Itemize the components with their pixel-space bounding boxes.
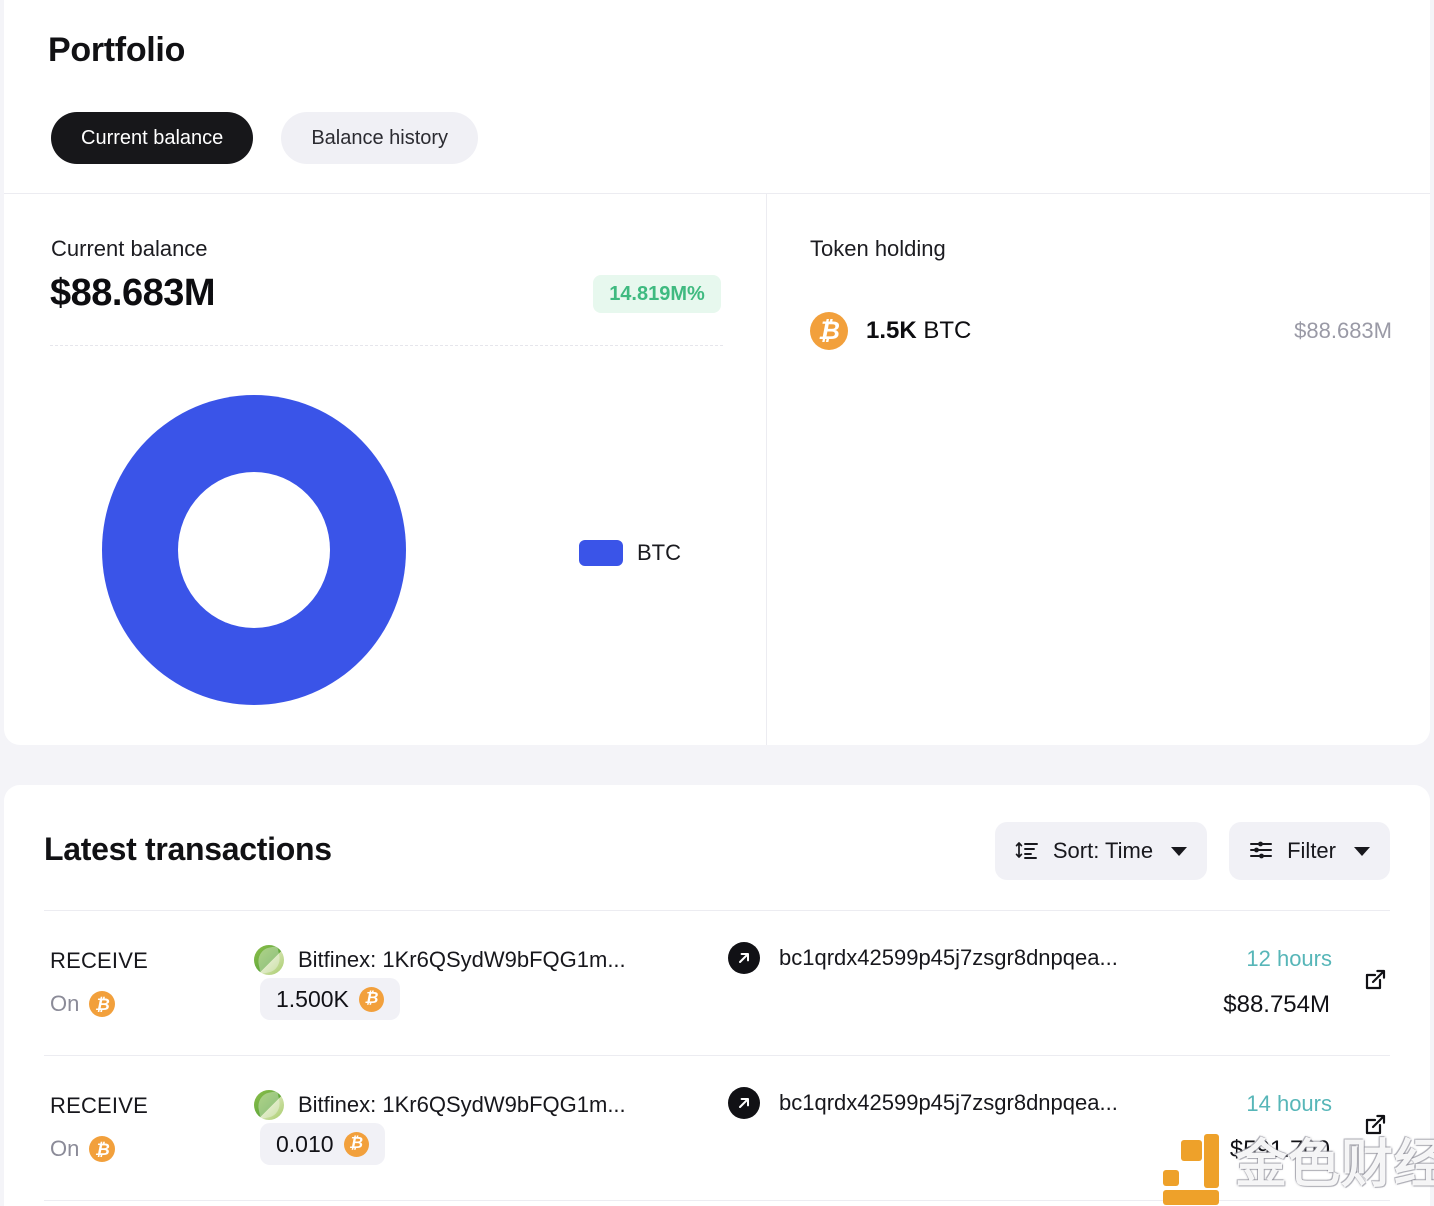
token-holding-qty: 1.5K [866,317,917,344]
btc-coin-icon: ₿ [358,986,384,1012]
filter-button[interactable]: Filter [1229,822,1390,880]
transaction-chain: On ₿ [50,991,116,1017]
chevron-down-icon [1354,846,1370,856]
portfolio-page: Portfolio Current balance Balance histor… [0,0,1434,1206]
latest-transactions-title: Latest transactions [44,831,332,867]
legend-swatch-btc [579,540,623,566]
transaction-from[interactable]: Bitfinex: 1Kr6QSydW9bFQG1m... [254,1090,626,1120]
token-holding-symbol: BTC [923,317,972,344]
header-divider [4,193,1430,194]
portfolio-card: Portfolio Current balance Balance histor… [4,0,1430,745]
table-row[interactable]: RECEIVE On ₿ Bitfinex: 1Kr6QSydW9bFQG1m.… [44,911,1390,1056]
page-title: Portfolio [48,31,186,69]
transactions-controls: Sort: Time Filter [994,822,1390,880]
external-link-icon[interactable] [1362,965,1390,993]
panel-vertical-divider [766,194,767,745]
allocation-donut-chart [102,395,406,705]
row-divider [44,1200,1390,1201]
transaction-type: RECEIVE [50,1093,148,1118]
sort-button-label: Sort: Time [1052,838,1154,863]
transaction-amount-pill: 1.500K ₿ [260,978,400,1020]
transaction-usd-value: $88.754M [1223,991,1330,1018]
filter-icon [1249,838,1273,865]
transaction-to[interactable]: bc1qrdx42599p45j7zsgr8dnpqea... [779,945,1118,971]
balance-dotted-divider [50,345,723,346]
portfolio-tabs: Current balance Balance history [51,112,479,164]
arrow-up-right-icon [728,942,760,974]
current-balance-value: $88.683M [50,272,216,314]
bitfinex-leaf-icon [254,1090,284,1120]
transaction-amount-pill: 0.010 ₿ [260,1123,385,1165]
token-holding-row[interactable]: ₿ 1.5K BTC $88.683M [810,310,1392,352]
transaction-on-label: On [50,991,80,1016]
sort-icon [1015,838,1039,865]
external-link-icon[interactable] [1362,1110,1390,1138]
chevron-down-icon [1171,846,1188,856]
token-holding-title: Token holding [810,236,946,261]
transaction-from[interactable]: Bitfinex: 1Kr6QSydW9bFQG1m... [254,945,626,975]
table-row[interactable]: RECEIVE On ₿ Bitfinex: 1Kr6QSydW9bFQG1m.… [44,1056,1390,1201]
sort-button[interactable]: Sort: Time [994,822,1208,880]
current-balance-label: Current balance [51,236,208,261]
btc-coin-icon: ₿ [810,312,848,350]
transaction-amount: 0.010 [276,1130,334,1157]
legend-label-btc: BTC [637,540,681,565]
token-holding-amount: 1.5K BTC [866,317,971,345]
transaction-to[interactable]: bc1qrdx42599p45j7zsgr8dnpqea... [779,1090,1118,1116]
transaction-from-label: Bitfinex: 1Kr6QSydW9bFQG1m... [298,1092,626,1117]
transaction-time: 12 hours [1246,946,1332,971]
balance-change-badge: 14.819M% [593,275,721,313]
bitfinex-leaf-icon [254,945,284,975]
transaction-usd-value: $591.700 [1229,1136,1330,1163]
tab-balance-history[interactable]: Balance history [281,112,479,164]
latest-transactions-card: Latest transactions Sort: Time Filter RE… [4,785,1430,1206]
arrow-up-right-icon [728,1087,760,1119]
transaction-amount: 1.500K [276,985,349,1012]
chart-legend: BTC [579,540,681,566]
transaction-from-label: Bitfinex: 1Kr6QSydW9bFQG1m... [298,947,626,972]
btc-coin-icon: ₿ [343,1131,369,1157]
transaction-on-label: On [50,1136,80,1161]
tab-current-balance[interactable]: Current balance [51,112,254,164]
donut-slice-btc [102,395,406,705]
filter-button-label: Filter [1287,838,1336,863]
transaction-chain: On ₿ [50,1136,116,1162]
transaction-type: RECEIVE [50,948,148,973]
transaction-time: 14 hours [1246,1091,1332,1116]
token-holding-usd: $88.683M [1294,318,1392,343]
btc-coin-icon: ₿ [89,991,116,1017]
btc-coin-icon: ₿ [89,1136,116,1162]
